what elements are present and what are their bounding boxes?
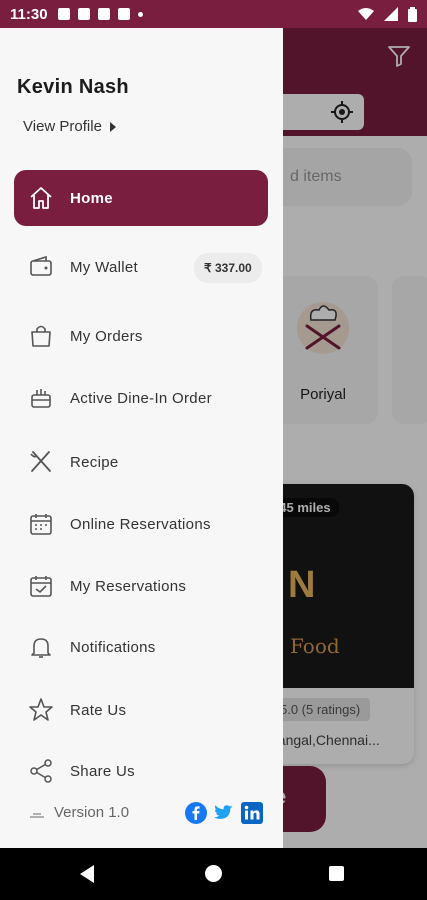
menu-item-my-orders[interactable]: My Orders [14, 308, 268, 364]
menu-label-wallet: My Wallet [70, 258, 138, 276]
menu-item-online-reservations[interactable]: Online Reservations [14, 496, 268, 552]
signal-icon [384, 7, 398, 21]
sim-status-icon [77, 8, 90, 20]
user-name: Kevin Nash [17, 76, 129, 98]
menu-item-my-reservations[interactable]: My Reservations [14, 558, 268, 614]
menu-label-home: Home [70, 189, 113, 207]
app-version: Version 1.0 [54, 804, 130, 821]
twitter-icon[interactable] [212, 802, 234, 824]
menu-item-wallet[interactable]: My Wallet ₹ 337.00 [14, 239, 268, 295]
share-icon [30, 759, 52, 783]
shopping-bag-icon [31, 325, 51, 347]
status-notification-icons [57, 8, 143, 20]
wallet-balance-badge: ₹ 337.00 [194, 253, 262, 283]
back-icon[interactable] [80, 865, 94, 883]
menu-item-recipe[interactable]: Recipe [14, 434, 268, 490]
status-system-icons [358, 6, 417, 22]
settings-status-icon [57, 8, 70, 20]
menu-item-rate-us[interactable]: Rate Us [14, 682, 268, 738]
bag-status-icon [97, 8, 110, 20]
linkedin-icon[interactable] [241, 802, 263, 824]
menu-label-rate-us: Rate Us [70, 701, 127, 719]
status-time: 11:30 [10, 5, 48, 23]
view-profile-link[interactable]: View Profile [23, 118, 116, 135]
utensils-icon [30, 451, 51, 472]
dine-in-icon [31, 389, 51, 408]
status-bar: 11:30 [0, 0, 427, 28]
calendar-check-icon [30, 576, 52, 597]
menu-item-notifications[interactable]: Notifications [14, 619, 268, 675]
menu-item-active-dine-in[interactable]: Active Dine-In Order [14, 370, 268, 426]
home-icon [30, 187, 52, 209]
wallet-icon [30, 255, 52, 276]
menu-label-recipe: Recipe [70, 453, 119, 471]
menu-label-my-reservations: My Reservations [70, 577, 187, 595]
more-dot-icon [137, 11, 143, 17]
system-navigation-bar [0, 848, 427, 900]
menu-label-my-orders: My Orders [70, 327, 143, 345]
menu-label-notifications: Notifications [70, 638, 156, 656]
star-icon [29, 698, 53, 721]
menu-label-share-us: Share Us [70, 762, 135, 780]
facebook-icon[interactable] [185, 802, 207, 824]
menu-item-home[interactable]: Home [14, 170, 268, 226]
home-button-icon[interactable] [205, 865, 222, 882]
menu-label-online-reservations: Online Reservations [70, 515, 211, 533]
navigation-drawer: Kevin Nash View Profile Home My Wallet ₹… [0, 28, 283, 848]
battery-icon [408, 6, 417, 22]
menu-item-share-us[interactable]: Share Us [14, 743, 268, 799]
chat-status-icon [117, 8, 130, 20]
menu-label-active-dine-in: Active Dine-In Order [70, 389, 212, 407]
bell-icon [31, 638, 51, 658]
caret-right-icon [109, 121, 116, 132]
calendar-icon [30, 514, 52, 535]
view-profile-label: View Profile [23, 118, 102, 135]
drawer-footer: Version 1.0 [0, 798, 283, 838]
version-logo-icon [30, 813, 44, 818]
wifi-icon [358, 8, 374, 20]
recent-apps-icon[interactable] [329, 866, 344, 881]
